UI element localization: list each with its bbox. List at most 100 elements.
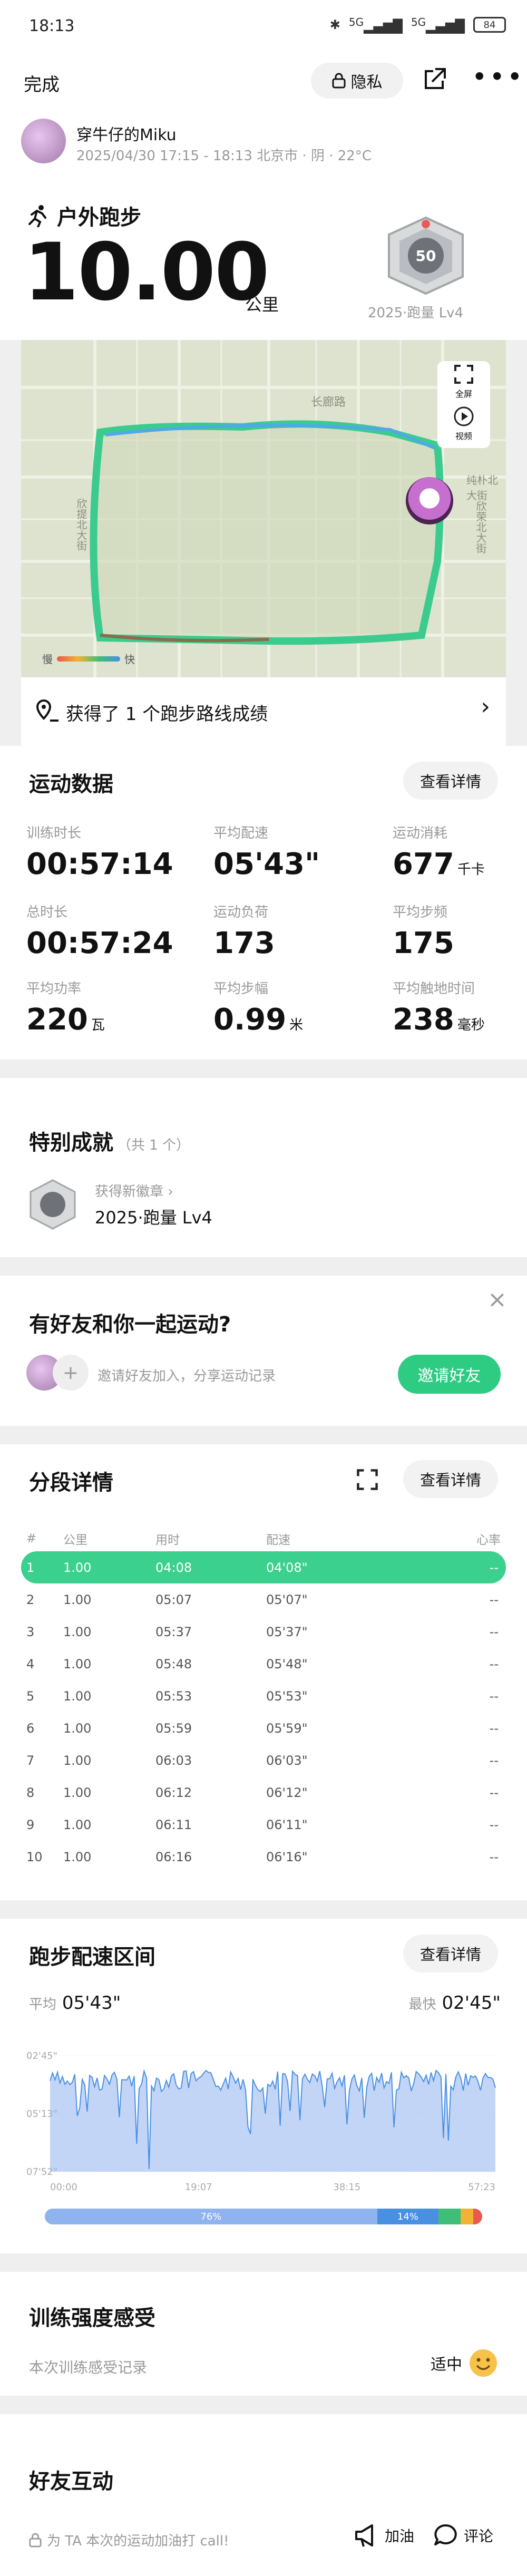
privacy-button[interactable]: 隐私	[311, 63, 403, 99]
privacy-label: 隐私	[350, 73, 383, 92]
feeling-value[interactable]: 适中	[431, 2348, 498, 2378]
avatar[interactable]	[21, 119, 66, 163]
splits-header-row: # 公里 用时 配速 心率	[26, 1532, 501, 1547]
feeling-label: 本次训练感受记录	[29, 2359, 148, 2376]
workout-header: 穿牛仔的Miku 2025/04/30 17:15 - 18:13 北京市 · …	[0, 108, 527, 340]
comment-icon	[434, 2524, 457, 2545]
stat-cadence: 平均步频 175	[393, 905, 454, 960]
cheer-button[interactable]: 加油	[353, 2522, 414, 2549]
pace-zone-card: 跑步配速区间 查看详情 平均 05'43" 最快 02'45" 02'45" 05…	[0, 1919, 527, 2253]
achievement-card: 特别成就 （共 1 个） 获得新徽章 › 2025·跑量 Lv4	[0, 1078, 527, 1257]
smile-icon	[470, 2349, 497, 2377]
stat-avg-pace: 平均配速 05'43"	[213, 825, 320, 881]
distance-unit: 公里	[245, 295, 279, 315]
zone-segment: 14%	[377, 2209, 438, 2224]
signal-icon: 5G▂▄▆█	[348, 16, 403, 34]
stat-power: 平均功率 220 瓦	[26, 981, 105, 1037]
signal-icon-2: 5G▂▄▆█	[411, 16, 465, 34]
x-tick-label: 57:23	[468, 2182, 495, 2193]
lock-icon	[332, 73, 345, 89]
street-label-3: 欣荣北大街	[474, 501, 487, 553]
stat-training-time: 训练时长 00:57:14	[26, 825, 173, 881]
new-badge-label[interactable]: 获得新徽章 ›	[95, 1181, 173, 1200]
medal-caption: 2025·跑量 Lv4	[368, 305, 464, 321]
street-label-2: 欣提北大街	[75, 498, 87, 551]
splits-detail-button[interactable]: 查看详情	[403, 1460, 498, 1498]
legend-slow: 慢	[42, 653, 53, 666]
route-achievement-bar[interactable]: 获得了 1 个跑步路线成绩 ›	[21, 677, 506, 746]
done-button[interactable]: 完成	[24, 70, 60, 96]
table-row: 8 1.00 06:12 06'12" --	[26, 1785, 499, 1800]
pace-best: 最快 02'45"	[408, 1992, 501, 2014]
zone-segment: 76%	[45, 2209, 377, 2224]
splits-title: 分段详情	[29, 1471, 113, 1495]
fullscreen-label: 全屏	[455, 389, 472, 399]
feeling-title: 训练强度感受	[29, 2306, 155, 2330]
route-pin-icon	[36, 699, 58, 722]
play-icon	[454, 406, 474, 426]
zone-segment	[460, 2209, 474, 2224]
x-tick-label: 38:15	[333, 2182, 360, 2193]
pace-legend: 慢 快	[42, 651, 135, 666]
runner-avatar-marker	[406, 477, 453, 524]
battery-icon: 84	[473, 17, 506, 33]
friends-run-title: 有好友和你一起运动?	[29, 1313, 231, 1337]
achievement-title: 特别成就 （共 1 个）	[29, 1131, 190, 1155]
video-label: 视频	[455, 431, 472, 441]
stat-stride: 平均步幅 0.99 米	[213, 981, 304, 1037]
workout-meta: 2025/04/30 17:15 - 18:13 北京市 · 阴 · 22°C	[76, 148, 372, 164]
sport-data-card: 运动数据 查看详情 训练时长 00:57:14 平均配速 05'43" 运动消耗 67…	[0, 746, 527, 1059]
pace-average: 平均 05'43"	[29, 1992, 121, 2014]
fastest-tag: 最快	[0, 1563, 17, 1578]
close-icon[interactable]: ×	[487, 1286, 507, 1313]
table-row: 7 1.00 06:03 06'03" --	[26, 1753, 499, 1768]
megaphone-icon	[355, 2524, 373, 2547]
medal-text: 50	[416, 247, 436, 265]
table-row: 2 1.00 05:07 05'07" --	[26, 1592, 499, 1607]
route-map[interactable]: 长廊路 欣提北大街 欣荣北大街 纯朴北大街 全屏 视频 慢 快	[21, 340, 506, 677]
zone-percent-label: 14%	[397, 2211, 418, 2222]
stat-total-time: 总时长 00:57:24	[26, 905, 173, 960]
comment-button[interactable]: 评论	[432, 2522, 493, 2549]
friends-avatars: +	[26, 1355, 89, 1391]
table-row: 10 1.00 06:16 06'16" --	[26, 1849, 499, 1864]
route-achievement-text: 获得了 1 个跑步路线成绩	[66, 704, 268, 725]
more-icon[interactable]: •••	[472, 62, 524, 92]
feeling-card: 训练强度感受 本次训练感受记录 适中	[0, 2272, 527, 2396]
bluetooth-icon: ✱	[329, 17, 340, 32]
stat-training-load: 运动负荷 173	[213, 905, 275, 960]
y-tick-label: 02'45"	[26, 2050, 57, 2062]
badge-name: 2025·跑量 Lv4	[95, 1208, 212, 1228]
sport-data-detail-button[interactable]: 查看详情	[403, 762, 498, 800]
friends-run-card: 有好友和你一起运动? × + 邀请好友加入，分享运动记录 邀请好友	[0, 1276, 527, 1426]
share-icon[interactable]	[422, 66, 448, 92]
video-button[interactable]: 视频	[443, 406, 485, 442]
pace-chart[interactable]: 02'45"05'13"07'52"00:00 19:07 38:15 57:23	[26, 2037, 501, 2201]
legend-fast: 快	[124, 653, 135, 666]
table-row: 6 1.00 05:59 05'59" --	[26, 1720, 499, 1736]
user-name[interactable]: 穿牛仔的Miku	[76, 122, 177, 145]
expand-icon[interactable]	[356, 1468, 379, 1491]
table-row: 1最快1.0004:0804'08"--	[0, 1551, 506, 1583]
stat-calories: 运动消耗 677 千卡	[393, 825, 485, 881]
table-row: 4 1.00 05:48 05'48" --	[26, 1656, 499, 1671]
pace-zone-detail-button[interactable]: 查看详情	[403, 1935, 498, 1972]
x-tick-label: 00:00	[50, 2182, 77, 2193]
fullscreen-button[interactable]: 全屏	[443, 364, 485, 400]
top-bar: 完成 隐私 •••	[0, 55, 527, 108]
friend-interact-title: 好友互动	[29, 2470, 113, 2494]
invite-friend-button[interactable]: 邀请好友	[398, 1355, 501, 1394]
add-friend-icon[interactable]: +	[53, 1355, 89, 1391]
medal-icon[interactable]: 50	[378, 213, 473, 298]
zone-percent-label: 76%	[200, 2211, 222, 2222]
table-row: 3 1.00 05:37 05'37" --	[26, 1624, 499, 1639]
badge-icon[interactable]	[26, 1178, 79, 1231]
distance-value: 10.00	[24, 227, 269, 318]
sport-data-title: 运动数据	[29, 772, 113, 796]
runner-icon	[28, 205, 46, 227]
street-label-4: 纯朴北大街	[466, 474, 498, 502]
chevron-right-icon: ›	[481, 693, 490, 720]
zone-segment	[473, 2209, 482, 2224]
status-bar: 18:13 ✱ 5G▂▄▆█ 5G▂▄▆█ 84	[0, 0, 527, 55]
lock-icon	[29, 2533, 42, 2547]
